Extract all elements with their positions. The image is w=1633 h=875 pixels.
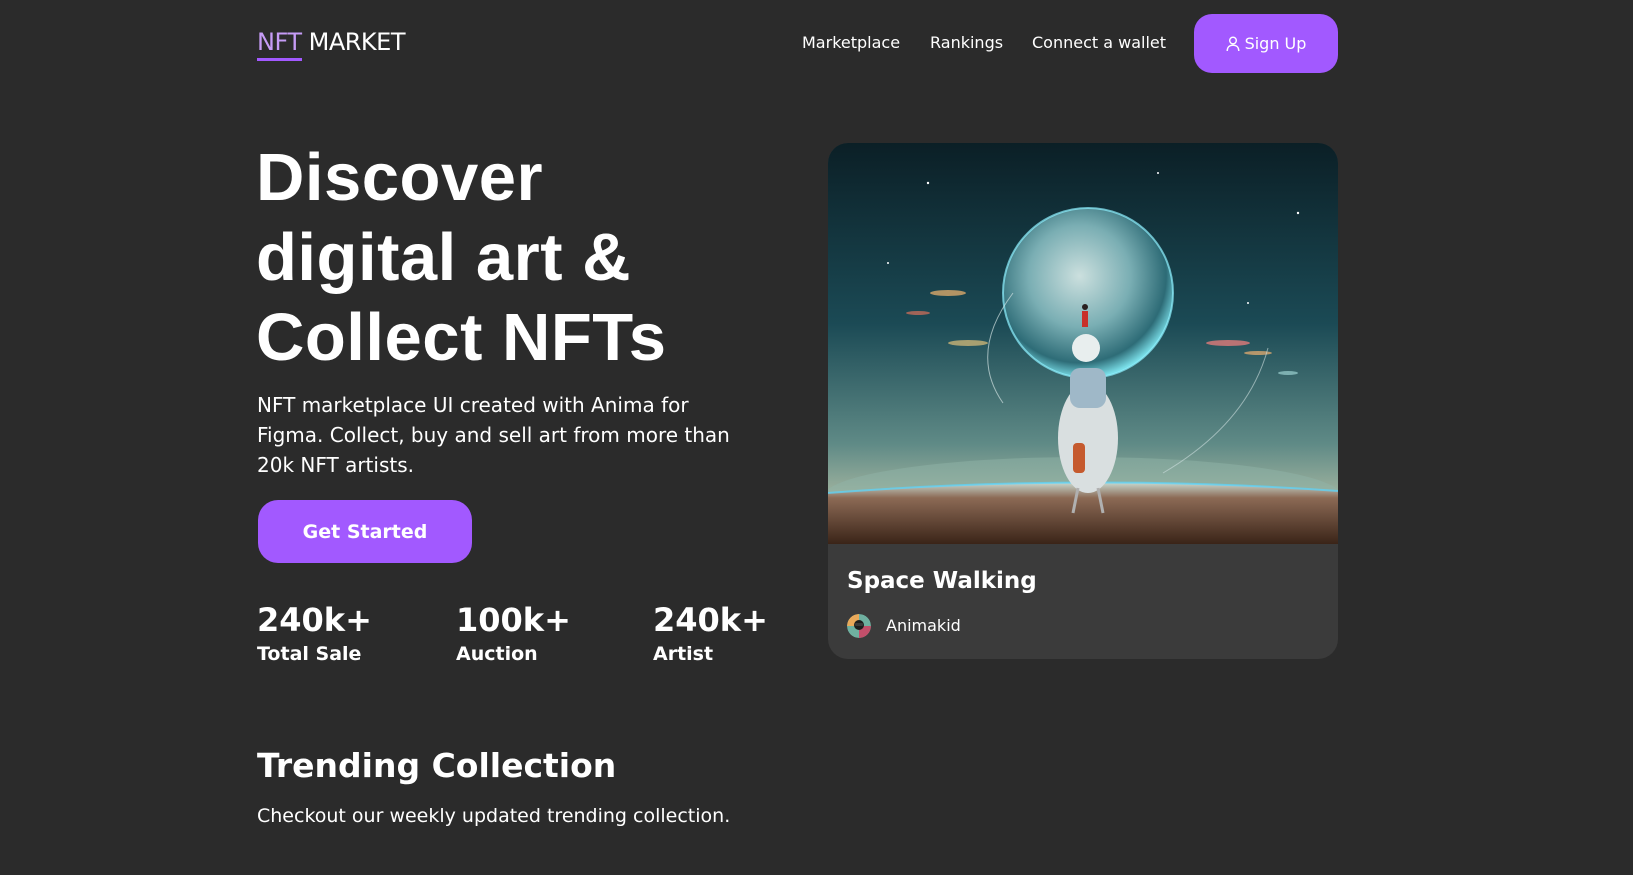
logo[interactable]: NFT MARKET [257, 26, 406, 61]
nav-marketplace[interactable]: Marketplace [802, 32, 900, 54]
card-title: Space Walking [847, 568, 1037, 594]
page: NFT MARKET Marketplace Rankings Connect … [0, 0, 1633, 875]
stat-value: 240k+ [653, 601, 768, 639]
logo-nft-text: NFT [257, 28, 302, 61]
sign-up-button[interactable]: Sign Up [1194, 14, 1338, 73]
sign-up-label: Sign Up [1244, 34, 1307, 53]
nav-connect-wallet[interactable]: Connect a wallet [1032, 32, 1166, 54]
stat-auction: 100k+ Auction [456, 598, 571, 666]
hero-description: NFT marketplace UI created with Anima fo… [257, 393, 730, 477]
astronaut-artwork-image [828, 143, 1338, 544]
stat-label: Total Sale [257, 643, 362, 665]
logo-market-text: MARKET [301, 28, 406, 56]
get-started-button[interactable]: Get Started [258, 500, 472, 563]
hero-title-line3: Collect NFTs [256, 300, 667, 375]
stat-label: Auction [456, 643, 538, 665]
nav-rankings[interactable]: Rankings [930, 32, 1003, 54]
user-icon [1226, 36, 1240, 52]
stat-value: 100k+ [456, 601, 571, 639]
stat-total-sale: 240k+ Total Sale [257, 598, 372, 666]
hero-title-line1: Discover [256, 140, 544, 215]
artist-avatar[interactable] [847, 614, 871, 638]
stat-value: 240k+ [257, 601, 372, 639]
stat-label: Artist [653, 643, 714, 665]
trending-title: Trending Collection [257, 746, 617, 785]
card-artist-name[interactable]: Animakid [886, 615, 961, 637]
trending-subtitle: Checkout our weekly updated trending col… [257, 805, 731, 827]
hero-title: Discover digital art & Collect NFTs [256, 138, 776, 378]
featured-nft-card[interactable]: Space Walking Animakid [828, 143, 1338, 659]
stat-artist: 240k+ Artist [653, 598, 768, 666]
hero-title-line2: digital art & [256, 220, 632, 295]
